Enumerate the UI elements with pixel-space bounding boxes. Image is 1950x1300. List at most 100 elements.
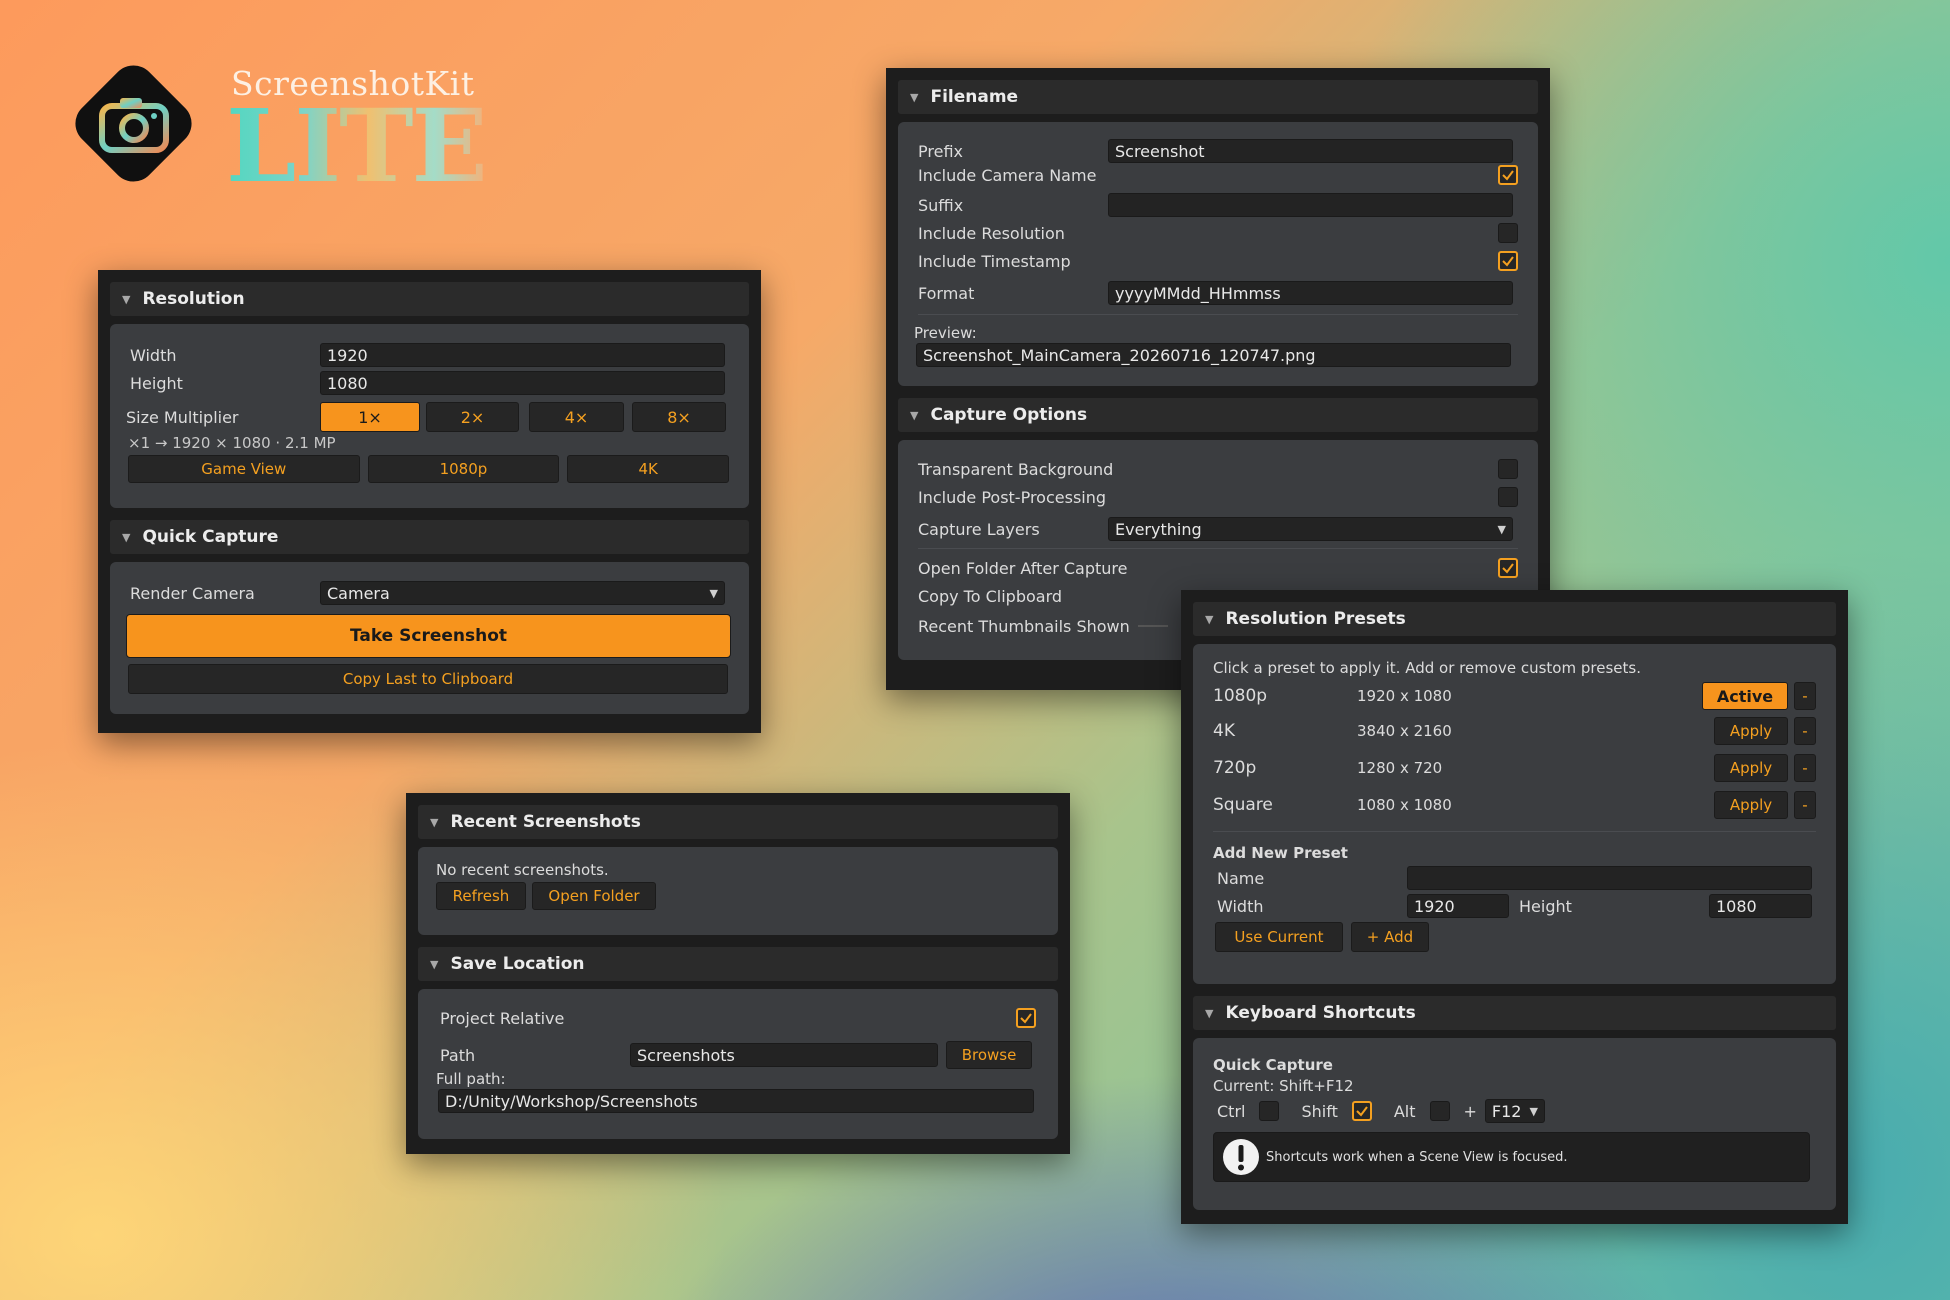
browse-button[interactable]: Browse: [946, 1041, 1032, 1069]
render-camera-dropdown[interactable]: Camera ▼: [320, 581, 725, 605]
preset-size: 1080 x 1080: [1357, 795, 1452, 814]
height-input[interactable]: 1080: [320, 371, 725, 395]
add-preset-button[interactable]: + Add: [1351, 922, 1429, 952]
project-relative-checkbox[interactable]: [1016, 1008, 1036, 1028]
collapse-triangle-icon[interactable]: ▼: [430, 816, 438, 829]
preset-row[interactable]: 720p 1280 x 720 Apply -: [1213, 749, 1816, 786]
chevron-down-icon: ▼: [1497, 522, 1506, 536]
project-relative-label: Project Relative: [440, 1008, 565, 1028]
preset-apply-button[interactable]: Apply: [1714, 753, 1788, 782]
divider: [918, 314, 1518, 315]
transparent-label: Transparent Background: [918, 459, 1114, 479]
dropdown-value: Everything: [1115, 519, 1202, 539]
height-label: Height: [130, 373, 183, 393]
preset-height-label: Height: [1519, 896, 1572, 916]
shift-checkbox[interactable]: [1351, 1101, 1372, 1121]
thumbnails-slider[interactable]: [1137, 625, 1168, 627]
open-folder-checkbox[interactable]: [1498, 558, 1518, 578]
ctrl-checkbox[interactable]: [1259, 1101, 1280, 1121]
section-header-resolution[interactable]: ▼ Resolution: [110, 282, 749, 316]
preset-remove-button[interactable]: -: [1794, 682, 1816, 710]
checkmark-icon: [1502, 563, 1514, 574]
divider: [918, 548, 1518, 549]
transparent-checkbox[interactable]: [1498, 459, 1518, 479]
collapse-triangle-icon[interactable]: ▼: [122, 293, 130, 306]
use-current-button[interactable]: Use Current: [1215, 922, 1343, 952]
preset-1080p-button[interactable]: 1080p: [367, 455, 560, 483]
section-title: Resolution Presets: [1225, 609, 1406, 629]
preset-width-label: Width: [1217, 896, 1264, 916]
section-header-capture-options[interactable]: ▼ Capture Options: [898, 398, 1538, 432]
copy-last-clipboard-button[interactable]: Copy Last to Clipboard: [128, 664, 728, 694]
preset-remove-button[interactable]: -: [1794, 753, 1816, 782]
multiplier-2x-button[interactable]: 2×: [426, 402, 519, 432]
include-camera-label: Include Camera Name: [918, 165, 1097, 185]
preset-height-input[interactable]: 1080: [1709, 894, 1812, 918]
include-resolution-checkbox[interactable]: [1498, 223, 1518, 243]
render-camera-label: Render Camera: [130, 583, 255, 603]
info-exclamation-icon: [1223, 1139, 1259, 1175]
open-folder-button[interactable]: Open Folder: [532, 882, 656, 910]
collapse-triangle-icon[interactable]: ▼: [910, 409, 918, 422]
format-input[interactable]: yyyyMMdd_HHmmss: [1108, 281, 1513, 305]
preset-active-button[interactable]: Active: [1702, 682, 1788, 710]
preset-remove-button[interactable]: -: [1794, 790, 1816, 819]
prefix-input[interactable]: Screenshot: [1108, 139, 1513, 163]
section-header-filename[interactable]: ▼ Filename: [898, 80, 1538, 114]
preset-width-input[interactable]: 1920: [1407, 894, 1509, 918]
preset-name-input[interactable]: [1407, 866, 1812, 890]
section-header-resolution-presets[interactable]: ▼ Resolution Presets: [1193, 602, 1836, 636]
alt-checkbox[interactable]: [1429, 1101, 1450, 1121]
multiplier-1x-button[interactable]: 1×: [320, 402, 420, 432]
preset-game-view-button[interactable]: Game View: [128, 455, 360, 483]
resolution-section: Width 1920 Height 1080 Size Multiplier 1…: [110, 324, 749, 508]
include-camera-checkbox[interactable]: [1498, 165, 1518, 185]
dropdown-value: Camera: [327, 583, 390, 603]
multiplier-label: Size Multiplier: [126, 407, 239, 427]
include-timestamp-checkbox[interactable]: [1498, 251, 1518, 271]
collapse-triangle-icon[interactable]: ▼: [1205, 1007, 1213, 1020]
collapse-triangle-icon[interactable]: ▼: [1205, 613, 1213, 626]
checkmark-icon: [1356, 1106, 1368, 1117]
chevron-down-icon: ▼: [1529, 1104, 1538, 1118]
collapse-triangle-icon[interactable]: ▼: [122, 531, 130, 544]
preset-name: 4K: [1213, 720, 1235, 741]
shift-label: Shift: [1301, 1101, 1338, 1121]
collapse-triangle-icon[interactable]: ▼: [910, 91, 918, 104]
postprocess-label: Include Post-Processing: [918, 487, 1107, 507]
section-header-recent-screenshots[interactable]: ▼ Recent Screenshots: [418, 805, 1058, 839]
width-input[interactable]: 1920: [320, 343, 725, 367]
keyboard-shortcuts-section: Quick Capture Current: Shift+F12 Ctrl Sh…: [1193, 1038, 1836, 1210]
ctrl-label: Ctrl: [1217, 1101, 1246, 1121]
postprocess-checkbox[interactable]: [1498, 487, 1518, 507]
take-screenshot-button[interactable]: Take Screenshot: [126, 614, 731, 658]
save-location-section: Project Relative Path Screenshots Browse…: [418, 989, 1058, 1139]
preset-name: Square: [1213, 794, 1273, 815]
empty-state-text: No recent screenshots.: [436, 861, 609, 879]
section-header-quick-capture[interactable]: ▼ Quick Capture: [110, 520, 749, 554]
collapse-triangle-icon[interactable]: ▼: [430, 958, 438, 971]
shortcut-key-dropdown[interactable]: F12 ▼: [1484, 1099, 1545, 1123]
section-header-keyboard-shortcuts[interactable]: ▼ Keyboard Shortcuts: [1193, 996, 1836, 1030]
checkmark-icon: [1020, 1013, 1032, 1024]
preset-row[interactable]: 4K 3840 x 2160 Apply -: [1213, 712, 1816, 749]
multiplier-8x-button[interactable]: 8×: [632, 402, 726, 432]
path-input[interactable]: Screenshots: [630, 1043, 938, 1067]
capture-layers-dropdown[interactable]: Everything ▼: [1108, 517, 1513, 541]
preset-row[interactable]: Square 1080 x 1080 Apply -: [1213, 786, 1816, 823]
suffix-input[interactable]: [1108, 193, 1513, 217]
recent-screenshots-window: ▼ Recent Screenshots No recent screensho…: [406, 793, 1070, 1154]
preset-name: 720p: [1213, 757, 1257, 778]
include-timestamp-label: Include Timestamp: [918, 251, 1071, 271]
multiplier-4x-button[interactable]: 4×: [529, 402, 624, 432]
preset-row[interactable]: 1080p 1920 x 1080 Active -: [1213, 680, 1816, 712]
camera-icon: [99, 98, 169, 153]
refresh-button[interactable]: Refresh: [436, 882, 526, 910]
preview-field: Screenshot_MainCamera_20260716_120747.pn…: [916, 343, 1511, 367]
preset-apply-button[interactable]: Apply: [1714, 716, 1788, 745]
preset-apply-button[interactable]: Apply: [1714, 790, 1788, 819]
preset-remove-button[interactable]: -: [1794, 716, 1816, 745]
section-header-save-location[interactable]: ▼ Save Location: [418, 947, 1058, 981]
preset-4k-button[interactable]: 4K: [567, 455, 729, 483]
alt-label: Alt: [1393, 1101, 1416, 1121]
